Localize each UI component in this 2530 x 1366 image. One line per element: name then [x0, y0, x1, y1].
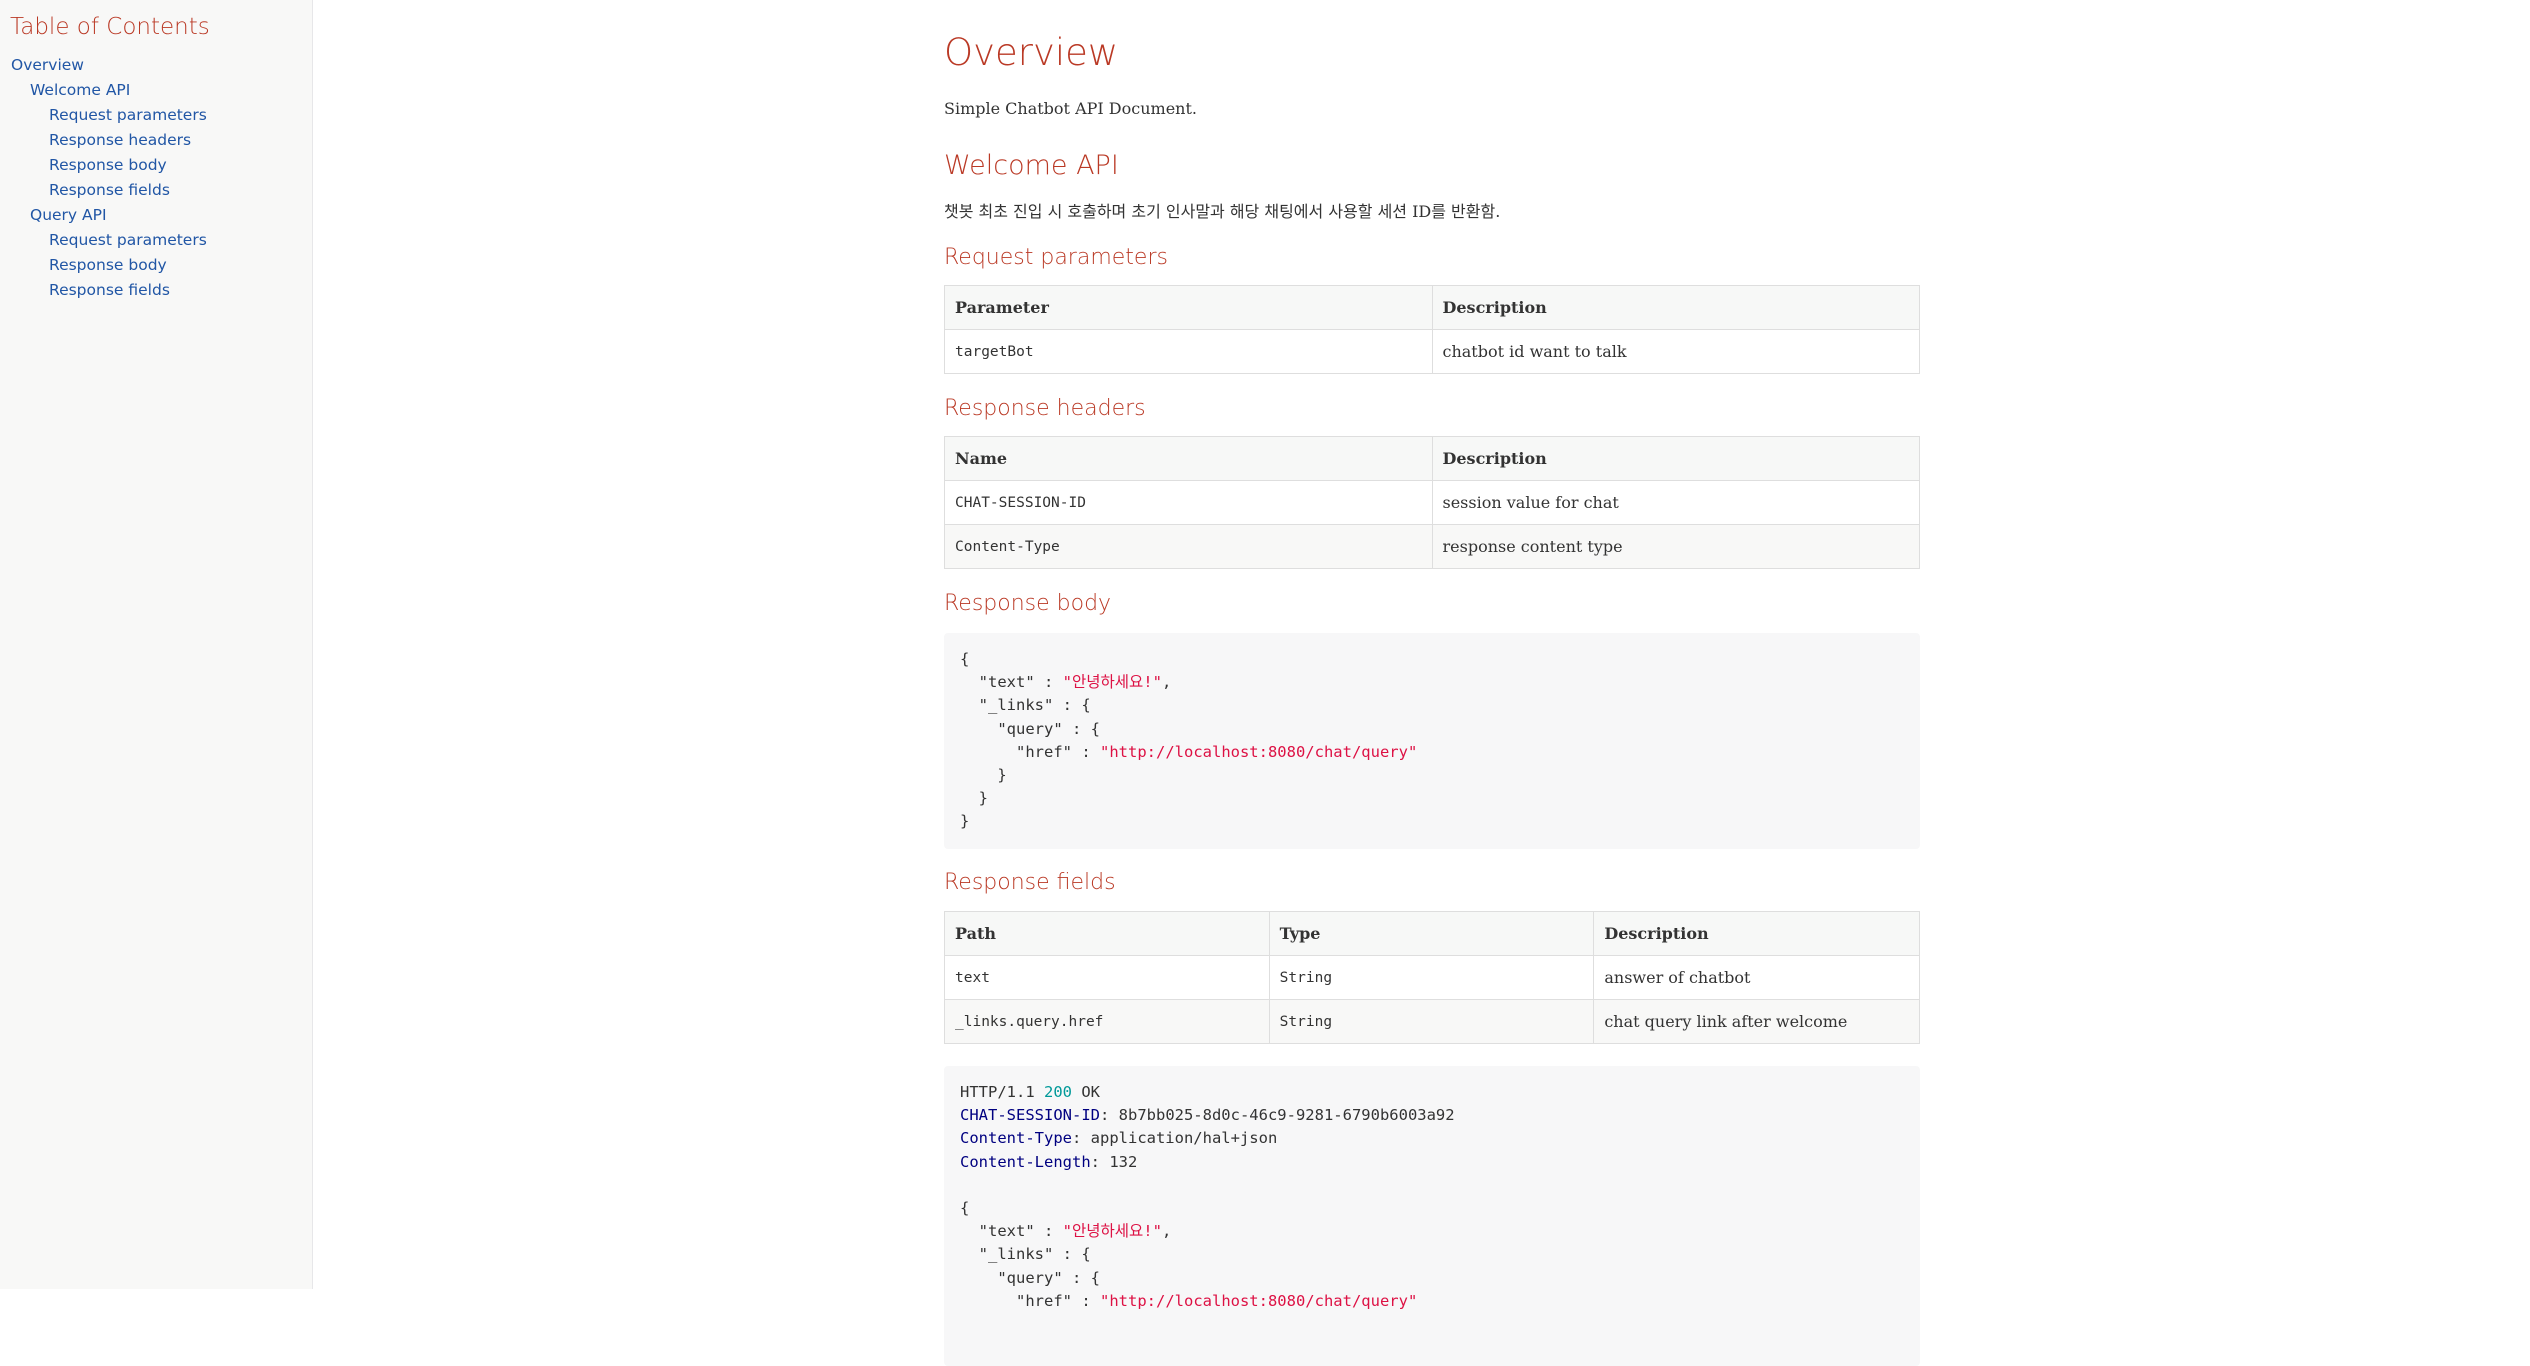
cell: session value for chat — [1431, 480, 1920, 525]
page-title: Overview — [944, 31, 1119, 74]
request-parameters-table: Parameter Description targetBot chatbot id… — [944, 285, 1920, 374]
response-headers-table: Name Description CHAT-SESSION-ID session v… — [944, 436, 1920, 569]
cell: answer of chatbot — [1593, 955, 1920, 1000]
table-row: _links.query.href String chat query link a… — [944, 999, 1920, 1044]
http-response-code: HTTP/1.1 200 OK CHAT-SESSION-ID: 8b7bb02… — [944, 1066, 1920, 1366]
toc-title: Table of Contents — [10, 14, 210, 40]
cell: text — [944, 955, 1270, 1000]
column-header: Description — [1431, 285, 1920, 330]
cell: response content type — [1431, 524, 1920, 569]
table-row: CHAT-SESSION-ID session value for chat — [944, 480, 1920, 525]
toc-link-overview[interactable]: Overview — [0, 53, 207, 78]
heading-response-fields: Response fields — [944, 870, 1116, 895]
heading-response-body: Response body — [944, 591, 1112, 616]
cell: _links.query.href — [944, 999, 1270, 1044]
table-of-contents-sidebar: Table of Contents Overview Welcome API R… — [0, 0, 313, 1289]
table-row: text String answer of chatbot — [944, 955, 1920, 1000]
toc-link-query-request-parameters[interactable]: Request parameters — [0, 228, 207, 253]
toc-list: Overview Welcome API Request parameters … — [0, 53, 207, 303]
table-row: Content-Type response content type — [944, 524, 1920, 569]
section-title-welcome-api: Welcome API — [944, 150, 1119, 181]
overview-text: Simple Chatbot API Document. — [944, 99, 1197, 118]
cell: chatbot id want to talk — [1431, 329, 1920, 374]
toc-link-query-response-fields[interactable]: Response fields — [0, 278, 207, 303]
toc-link-welcome-response-fields[interactable]: Response fields — [0, 178, 207, 203]
response-fields-table: Path Type Description text String answer of … — [944, 911, 1920, 1044]
cell: chat query link after welcome — [1593, 999, 1920, 1044]
heading-response-headers: Response headers — [944, 396, 1146, 421]
column-header: Parameter — [944, 285, 1433, 330]
toc-link-welcome-api[interactable]: Welcome API — [0, 78, 207, 103]
toc-link-welcome-response-headers[interactable]: Response headers — [0, 128, 207, 153]
column-header: Path — [944, 911, 1270, 956]
table-row: targetBot chatbot id want to talk — [944, 329, 1920, 374]
toc-link-query-response-body[interactable]: Response body — [0, 253, 207, 278]
toc-link-welcome-request-parameters[interactable]: Request parameters — [0, 103, 207, 128]
cell: CHAT-SESSION-ID — [944, 480, 1433, 525]
column-header: Description — [1593, 911, 1920, 956]
toc-link-welcome-response-body[interactable]: Response body — [0, 153, 207, 178]
welcome-api-description: 챗봇 최초 진입 시 호출하며 초기 인사말과 해당 채팅에서 사용할 세션 I… — [944, 202, 1501, 221]
column-header: Type — [1268, 911, 1595, 956]
column-header: Description — [1431, 436, 1920, 481]
cell: targetBot — [944, 329, 1433, 374]
cell: String — [1268, 999, 1595, 1044]
column-header: Name — [944, 436, 1433, 481]
toc-link-query-api[interactable]: Query API — [0, 203, 207, 228]
heading-request-parameters: Request parameters — [944, 245, 1168, 270]
cell: String — [1268, 955, 1595, 1000]
cell: Content-Type — [944, 524, 1433, 569]
response-body-code: { "text" : "안녕하세요!", "_links" : { "query… — [944, 633, 1920, 849]
